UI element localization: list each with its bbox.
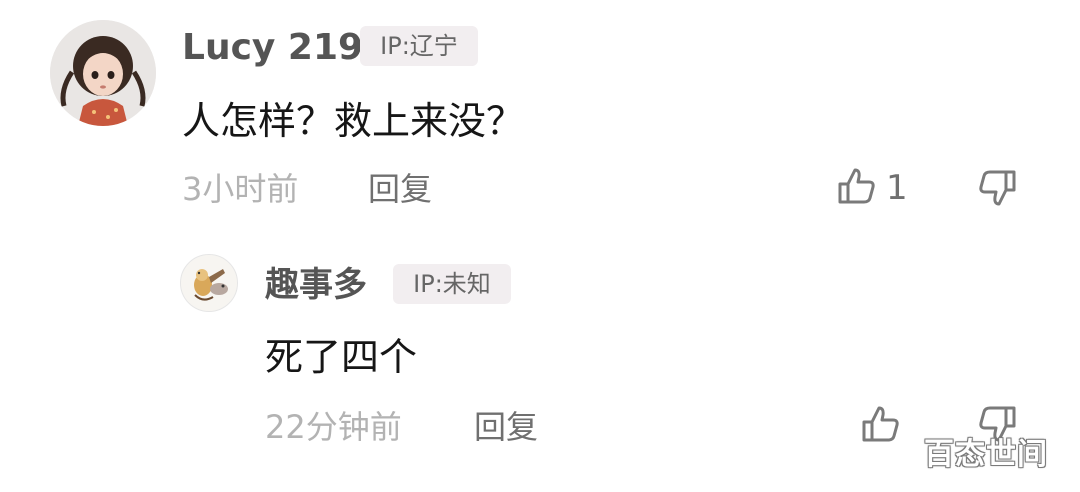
reply-reply-button[interactable]: 回复 — [474, 406, 538, 448]
comment-timestamp: 3小时前 — [182, 170, 299, 208]
comment-dislike-button[interactable] — [976, 166, 1020, 210]
reply-ip-badge: IP:未知 — [393, 264, 511, 304]
avatar-lucy[interactable] — [50, 20, 156, 126]
comment-username[interactable]: Lucy 219 — [182, 26, 363, 70]
thumbs-up-icon — [838, 168, 875, 204]
reply-timestamp: 22分钟前 — [265, 408, 402, 446]
thumbs-down-icon — [979, 170, 1016, 206]
avatar-qushiduo[interactable] — [180, 254, 238, 312]
reply-text: 死了四个 — [265, 335, 418, 379]
comment-reply-button[interactable]: 回复 — [368, 168, 432, 210]
reply-username[interactable]: 趣事多 — [265, 264, 367, 306]
comment-like-button[interactable] — [834, 164, 878, 208]
reply-like-button[interactable] — [858, 402, 902, 446]
watermark: 百态世间 — [924, 437, 1048, 472]
comment-like-count: 1 — [886, 168, 908, 208]
thumbs-up-icon — [862, 406, 899, 442]
comment-ip-badge: IP:辽宁 — [360, 26, 478, 66]
comment-text: 人怎样？救上来没？ — [182, 99, 525, 143]
